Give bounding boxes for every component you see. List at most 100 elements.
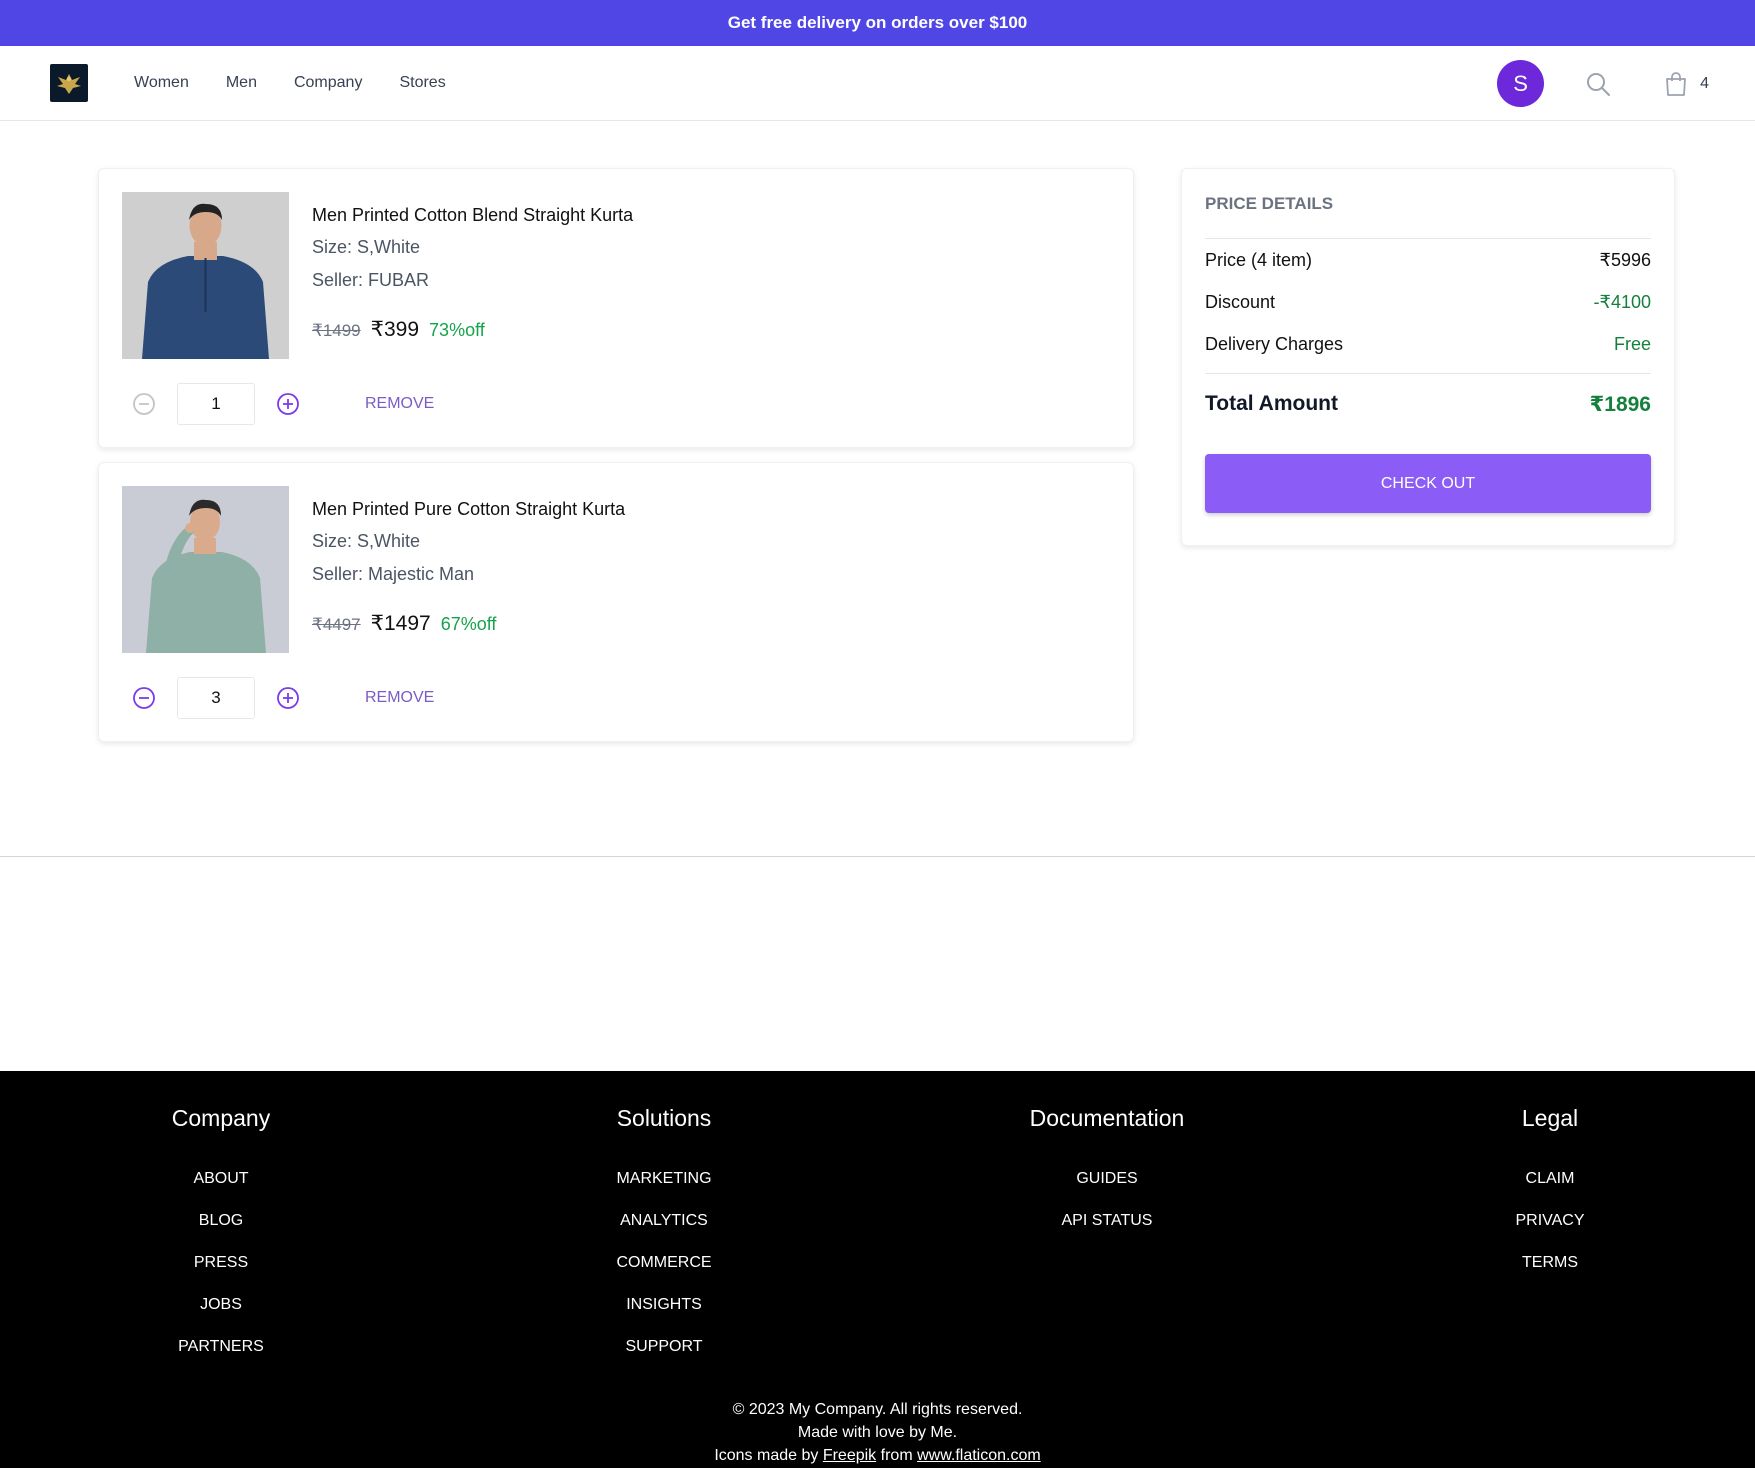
minus-circle-icon xyxy=(133,687,155,709)
checkout-button[interactable]: CHECK OUT xyxy=(1205,454,1651,513)
cart-count: 4 xyxy=(1700,74,1709,92)
footer-link-commerce[interactable]: COMMERCE xyxy=(514,1242,814,1284)
product-photo-icon xyxy=(122,192,289,359)
product-image[interactable] xyxy=(122,192,289,359)
user-avatar[interactable]: S xyxy=(1497,60,1545,107)
delivery-label: Delivery Charges xyxy=(1205,333,1344,354)
footer-link-partners[interactable]: PARTNERS xyxy=(71,1326,371,1368)
search-button[interactable] xyxy=(1584,70,1612,98)
shopping-bag-icon xyxy=(1666,71,1686,96)
nav-actions: S 4 xyxy=(1497,46,1709,121)
nav-link-stores[interactable]: Stores xyxy=(399,74,445,92)
footer-link-marketing[interactable]: MARKETING xyxy=(514,1158,814,1200)
promo-text: Get free delivery on orders over $100 xyxy=(727,13,1028,32)
discount-row: Discount -₹4100 xyxy=(1205,281,1651,323)
nav-link-women[interactable]: Women xyxy=(134,74,189,92)
nav-link-men[interactable]: Men xyxy=(226,74,257,92)
discount-percent: 67%off xyxy=(440,614,497,634)
footer-link-press[interactable]: PRESS xyxy=(71,1242,371,1284)
quantity-stepper: 3 REMOVE xyxy=(132,676,434,720)
footer-bottom: © 2023 My Company. All rights reserved. … xyxy=(0,1398,1755,1467)
product-photo-icon xyxy=(122,486,289,653)
credit-prefix: Icons made by xyxy=(714,1447,819,1464)
footer-link-terms[interactable]: TERMS xyxy=(1400,1242,1700,1284)
discount-label: Discount xyxy=(1205,291,1276,312)
footer-link-about[interactable]: ABOUT xyxy=(71,1158,371,1200)
flaticon-link[interactable]: www.flaticon.com xyxy=(917,1447,1041,1464)
search-icon xyxy=(1587,72,1611,96)
cart-item: Men Printed Pure Cotton Straight Kurta S… xyxy=(98,462,1134,742)
footer-column-solutions: Solutions MARKETING ANALYTICS COMMERCE I… xyxy=(514,1071,814,1368)
discount-percent: 73%off xyxy=(429,320,485,340)
footer-heading: Legal xyxy=(1521,1105,1579,1131)
product-size: Size: S,White xyxy=(312,531,421,551)
product-title[interactable]: Men Printed Pure Cotton Straight Kurta xyxy=(312,499,625,531)
footer-link-api-status[interactable]: API STATUS xyxy=(957,1200,1257,1242)
content-divider xyxy=(0,856,1755,857)
total-value: ₹1896 xyxy=(1589,392,1651,416)
original-price: ₹1499 xyxy=(312,321,361,340)
footer-heading: Documentation xyxy=(1029,1105,1185,1131)
footer-link-claim[interactable]: CLAIM xyxy=(1400,1158,1700,1200)
credit-mid: from xyxy=(880,1447,913,1464)
product-seller: Seller: FUBAR xyxy=(312,270,430,290)
decrease-quantity-button[interactable] xyxy=(132,686,156,710)
cart-button[interactable]: 4 xyxy=(1664,71,1709,97)
price-row: ₹4497 ₹1497 67%off xyxy=(312,611,625,636)
sale-price: ₹399 xyxy=(370,318,420,341)
footer-link-support[interactable]: SUPPORT xyxy=(514,1326,814,1368)
quantity-input[interactable]: 1 xyxy=(177,383,255,425)
footer-link-guides[interactable]: GUIDES xyxy=(957,1158,1257,1200)
price-details-card: PRICE DETAILS Price (4 item) ₹5996 Disco… xyxy=(1181,168,1675,546)
quantity-input[interactable]: 3 xyxy=(177,677,255,719)
product-image[interactable] xyxy=(122,486,289,653)
footer-link-blog[interactable]: BLOG xyxy=(71,1200,371,1242)
remove-item-button[interactable]: REMOVE xyxy=(365,395,434,413)
price-details-title: PRICE DETAILS xyxy=(1205,169,1651,239)
brand-logo[interactable] xyxy=(50,64,88,102)
footer-link-insights[interactable]: INSIGHTS xyxy=(514,1284,814,1326)
item-info: Men Printed Cotton Blend Straight Kurta … xyxy=(312,205,633,342)
plus-circle-icon xyxy=(277,393,299,415)
product-size: Size: S,White xyxy=(312,237,421,257)
footer-link-privacy[interactable]: PRIVACY xyxy=(1400,1200,1700,1242)
sale-price: ₹1497 xyxy=(370,612,431,635)
made-with-text: Made with love by Me. xyxy=(797,1424,958,1441)
price-row: Price (4 item) ₹5996 xyxy=(1205,239,1651,281)
promo-banner: Get free delivery on orders over $100 xyxy=(0,0,1755,46)
quantity-stepper: 1 REMOVE xyxy=(132,382,434,426)
price-row: ₹1499 ₹399 73%off xyxy=(312,317,633,342)
footer-link-analytics[interactable]: ANALYTICS xyxy=(514,1200,814,1242)
delivery-row: Delivery Charges Free xyxy=(1205,323,1651,365)
top-navigation: Women Men Company Stores S 4 xyxy=(0,46,1755,121)
footer-column-legal: Legal CLAIM PRIVACY TERMS xyxy=(1400,1071,1700,1284)
product-seller: Seller: Majestic Man xyxy=(312,564,475,584)
price-label: Price (4 item) xyxy=(1205,249,1313,270)
increase-quantity-button[interactable] xyxy=(276,686,300,710)
product-title[interactable]: Men Printed Cotton Blend Straight Kurta xyxy=(312,205,633,237)
footer-link-jobs[interactable]: JOBS xyxy=(71,1284,371,1326)
discount-value: -₹4100 xyxy=(1593,291,1652,312)
increase-quantity-button[interactable] xyxy=(276,392,300,416)
plus-circle-icon xyxy=(277,687,299,709)
footer-column-company: Company ABOUT BLOG PRESS JOBS PARTNERS xyxy=(71,1071,371,1368)
original-price: ₹4497 xyxy=(312,615,361,634)
footer-heading: Company xyxy=(171,1105,271,1131)
nav-links: Women Men Company Stores xyxy=(134,74,446,92)
delivery-value: Free xyxy=(1613,333,1651,354)
total-label: Total Amount xyxy=(1205,392,1338,415)
decrease-quantity-button[interactable] xyxy=(132,392,156,416)
minus-circle-icon xyxy=(133,393,155,415)
total-row: Total Amount ₹1896 xyxy=(1205,374,1651,434)
icon-credit: Icons made by Freepik from www.flaticon.… xyxy=(0,1444,1755,1467)
price-value: ₹5996 xyxy=(1599,249,1652,270)
footer: Company ABOUT BLOG PRESS JOBS PARTNERS S… xyxy=(0,1071,1755,1468)
nav-link-company[interactable]: Company xyxy=(294,74,362,92)
footer-column-documentation: Documentation GUIDES API STATUS xyxy=(957,1071,1257,1242)
freepik-link[interactable]: Freepik xyxy=(823,1447,876,1464)
eagle-logo-icon xyxy=(57,74,81,94)
cart-item: Men Printed Cotton Blend Straight Kurta … xyxy=(98,168,1134,448)
item-info: Men Printed Pure Cotton Straight Kurta S… xyxy=(312,499,625,636)
copyright-text: © 2023 My Company. All rights reserved. xyxy=(732,1401,1023,1418)
remove-item-button[interactable]: REMOVE xyxy=(365,689,434,707)
